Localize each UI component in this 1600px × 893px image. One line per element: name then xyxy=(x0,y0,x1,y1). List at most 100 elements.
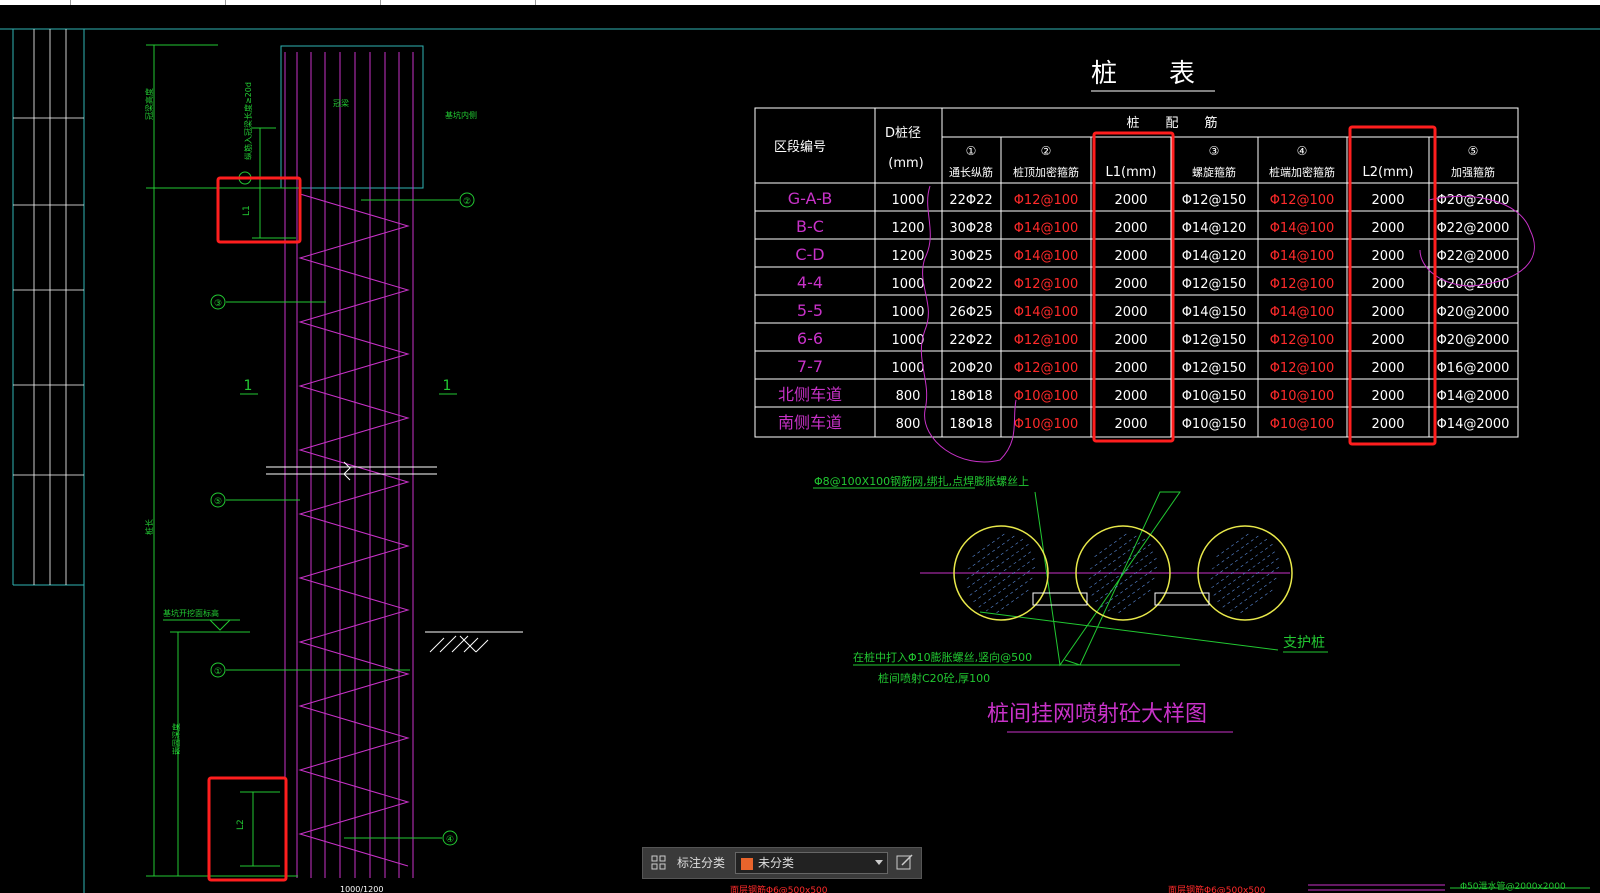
annotation-category-select[interactable]: 未分类 xyxy=(735,852,888,874)
annotation-category-label: 标注分类 xyxy=(677,856,726,870)
table-cell: 2000 xyxy=(1371,277,1404,292)
table-cell: 30Φ28 xyxy=(949,221,992,236)
mesh-detail-drawing: Φ8@100X100钢筋网,绑扎,点焊膨胀螺丝上 在桩中打入Φ10膨胀螺丝,竖向… xyxy=(813,474,1328,733)
table-cell: Φ14@100 xyxy=(1014,249,1079,264)
table-cell: Φ12@100 xyxy=(1270,277,1335,292)
table-cell: Φ12@150 xyxy=(1182,277,1247,292)
ground-hatch xyxy=(425,631,523,653)
table-cell: Φ10@150 xyxy=(1182,389,1247,404)
table-cell: Φ14@2000 xyxy=(1437,417,1510,432)
table-cell: 1000 xyxy=(891,305,924,320)
table-cell: 800 xyxy=(896,417,921,432)
cap-beam-outline xyxy=(280,45,424,189)
grid-icon[interactable] xyxy=(650,854,668,872)
table-cell: Φ20@2000 xyxy=(1437,277,1510,292)
callout-circles xyxy=(210,171,475,846)
fragment-note-a: 面层钢筋Φ6@500x500 xyxy=(1168,884,1266,893)
subheader-label: 桩顶加密箍筋 xyxy=(1013,165,1079,179)
subheader-label: 螺旋箍筋 xyxy=(1192,165,1236,179)
subheader-label: 加强箍筋 xyxy=(1451,165,1495,179)
table-cell: 2000 xyxy=(1371,249,1404,264)
dim-l2-label: L2 xyxy=(236,819,246,830)
table-cell: 2000 xyxy=(1371,389,1404,404)
annotation-toolbar: 标注分类 未分类 xyxy=(642,847,922,879)
table-cell: 2000 xyxy=(1371,221,1404,236)
table-cell: 2000 xyxy=(1371,333,1404,348)
col-header-dia-unit: (mm) xyxy=(888,156,923,171)
subheader-number: ② xyxy=(1041,144,1052,158)
table-cell: 18Φ18 xyxy=(949,389,992,404)
table-cell: Φ12@150 xyxy=(1182,361,1247,376)
pile-table: 桩 表 区段编号 D桩径 (mm) 桩 配 筋 ① 通长纵筋 ② 桩顶加密箍筋 L1(m… xyxy=(754,59,1535,463)
table-cell: Φ12@100 xyxy=(1014,277,1079,292)
label-pile-length: 桩长 xyxy=(144,519,154,535)
table-cell: Φ12@100 xyxy=(1014,361,1079,376)
table-cell: B-C xyxy=(796,217,824,236)
table-cell: Φ12@100 xyxy=(1270,193,1335,208)
table-grid xyxy=(754,107,1519,438)
table-cell: Φ16@2000 xyxy=(1437,361,1510,376)
col-header-group: 桩 配 筋 xyxy=(1126,115,1217,131)
label-embed-depth: 嵌固深度 xyxy=(171,723,181,755)
label-bar-anchorage: 纵筋入冠梁长度≥20d xyxy=(243,82,253,160)
subheader-label: L1(mm) xyxy=(1106,165,1157,180)
section-mark-left: 1 xyxy=(244,378,253,394)
table-cell: 2000 xyxy=(1114,305,1147,320)
table-cell: 2000 xyxy=(1114,277,1147,292)
table-cell: Φ14@100 xyxy=(1270,249,1335,264)
note-mesh: Φ8@100X100钢筋网,绑扎,点焊膨胀螺丝上 xyxy=(814,474,1029,488)
table-cell: 2000 xyxy=(1371,417,1404,432)
table-cell: 22Φ22 xyxy=(949,193,992,208)
table-cell: 1000 xyxy=(891,333,924,348)
table-cell: 18Φ18 xyxy=(949,417,992,432)
table-title: 桩 表 xyxy=(1091,59,1195,89)
table-cell: Φ10@100 xyxy=(1270,389,1335,404)
table-cell: 2000 xyxy=(1114,221,1147,236)
table-cell: Φ14@2000 xyxy=(1437,389,1510,404)
table-cell: Φ14@100 xyxy=(1270,305,1335,320)
note-spray: 桩间喷射C20砼,厚100 xyxy=(878,671,990,685)
table-cell: Φ10@100 xyxy=(1014,417,1079,432)
fragment-note-c: 面层钢筋Φ6@500x500 xyxy=(730,884,828,893)
table-cell: 2000 xyxy=(1114,193,1147,208)
marker-2: ② xyxy=(463,197,471,207)
subheader-label: L2(mm) xyxy=(1363,165,1414,180)
label-pile-diameter: 1000/1200 xyxy=(340,885,383,893)
mesh-zigzag xyxy=(1034,491,1181,667)
label-capbeam-height: 冠梁高度 xyxy=(144,88,154,120)
detail-title: 桩间挂网喷射砼大样图 xyxy=(987,702,1207,727)
table-cell: Φ12@100 xyxy=(1014,333,1079,348)
table-cell: 2000 xyxy=(1371,193,1404,208)
dimension-lines xyxy=(146,44,298,877)
shotcrete-infill xyxy=(1032,592,1210,606)
table-cell: 5-5 xyxy=(797,301,823,320)
table-cell: 26Φ25 xyxy=(949,305,992,320)
table-cell: Φ14@120 xyxy=(1182,221,1247,236)
highlight-box-l2 xyxy=(207,776,288,882)
table-cell: 2000 xyxy=(1114,361,1147,376)
table-cell: 20Φ20 xyxy=(949,361,992,376)
table-cell: 1000 xyxy=(891,361,924,376)
table-cell: Φ22@2000 xyxy=(1437,221,1510,236)
pile-break-symbol xyxy=(266,461,437,481)
cad-drawing-canvas[interactable]: ② ③ ⑤ ① ④ 1 1 L1 L2 冠梁高度 桩长 嵌固深度 纵筋入冠梁长度… xyxy=(0,0,1600,893)
table-cell: 南侧车道 xyxy=(778,413,842,432)
table-cell: 30Φ25 xyxy=(949,249,992,264)
table-cell: 2000 xyxy=(1114,417,1147,432)
annotation-category-value: 未分类 xyxy=(758,856,795,870)
table-cell: Φ12@150 xyxy=(1182,193,1247,208)
table-cell: C-D xyxy=(795,245,824,264)
drawing-frame xyxy=(0,28,1600,893)
table-cell: Φ14@100 xyxy=(1014,221,1079,236)
category-color-swatch xyxy=(741,858,753,870)
revision-cloud-right xyxy=(1419,195,1535,287)
subheader-label: 桩端加密箍筋 xyxy=(1269,165,1335,179)
table-subheaders: ① 通长纵筋 ② 桩顶加密箍筋 L1(mm) ③ 螺旋箍筋 ④ 桩端加密箍筋 L2(mm) ⑤ 加强箍… xyxy=(949,144,1495,180)
table-body: G-A-B 1000 22Φ22 Φ12@100 2000 Φ12@150 Φ12@100 2… xyxy=(778,189,1509,432)
table-cell: 7-7 xyxy=(797,357,823,376)
spiral-stirrup xyxy=(298,193,410,867)
table-cell: 1200 xyxy=(891,221,924,236)
subheader-number: ① xyxy=(966,144,977,158)
table-cell: 1000 xyxy=(891,277,924,292)
edit-icon[interactable] xyxy=(893,852,917,874)
